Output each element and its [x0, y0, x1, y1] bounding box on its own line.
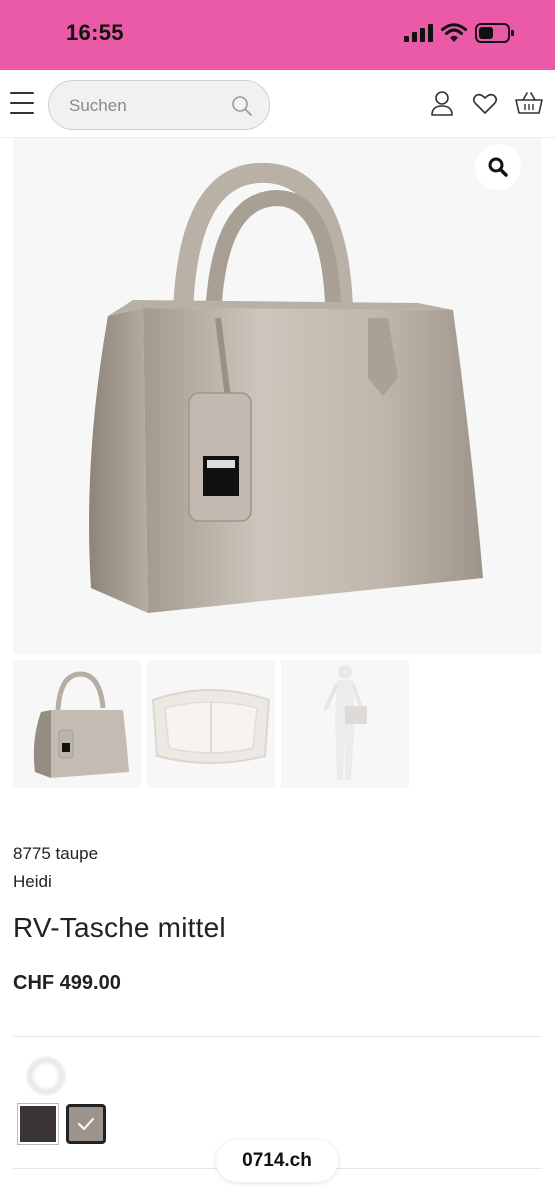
magnifier-icon: [488, 157, 508, 177]
battery-icon: [475, 23, 514, 43]
check-icon: [78, 1118, 94, 1130]
status-icons: [403, 22, 515, 44]
thumbnail-bag-on-mannequin[interactable]: [281, 660, 409, 788]
zoom-button[interactable]: [475, 144, 521, 190]
thumbnail-strip: [13, 660, 409, 788]
product-variant: 8775 taupe: [13, 844, 99, 863]
heart-icon[interactable]: [472, 93, 498, 115]
search-input[interactable]: [69, 93, 229, 119]
loading-spinner: [26, 1056, 66, 1096]
product-brand: Heidi: [13, 872, 52, 891]
basket-icon[interactable]: [515, 91, 543, 115]
menu-icon[interactable]: [10, 92, 34, 114]
thumbnail-bag-interior[interactable]: [147, 660, 275, 788]
search-bar[interactable]: [48, 80, 270, 130]
signal-icon: [404, 24, 433, 42]
site-header: [0, 70, 555, 138]
divider: [13, 1036, 542, 1037]
wifi-icon: [441, 23, 467, 42]
status-bar: 16:55: [0, 0, 555, 70]
thumbnail-bag-front-image: [33, 671, 129, 778]
status-time: 16:55: [66, 20, 124, 45]
color-swatch-taupe[interactable]: [66, 1104, 106, 1144]
thumbnail-bag-on-mannequin-image: [323, 665, 367, 780]
product-price: CHF 499.00: [13, 972, 121, 994]
product-info: 8775 taupe Heidi RV-Tasche mittel: [13, 840, 226, 944]
color-swatch-dark[interactable]: [17, 1103, 59, 1145]
search-icon[interactable]: [231, 95, 253, 117]
browser-domain: 0714.ch: [242, 1150, 312, 1171]
product-title: RV-Tasche mittel: [13, 912, 226, 943]
thumbnail-bag-front[interactable]: [13, 660, 141, 788]
account-icon[interactable]: [430, 90, 454, 116]
handbag-image: [89, 162, 483, 613]
thumbnail-bag-interior-image: [151, 689, 271, 764]
browser-url-pill[interactable]: 0714.ch: [216, 1140, 338, 1182]
product-main-image[interactable]: [13, 138, 541, 654]
